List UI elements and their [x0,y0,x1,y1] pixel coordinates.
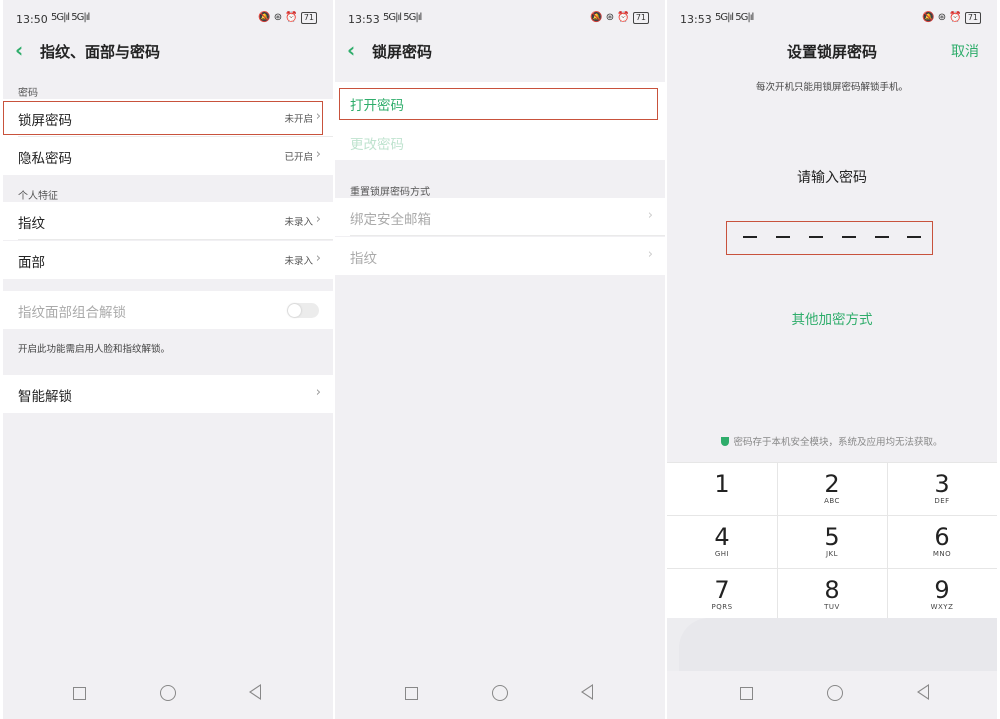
page-title: 指纹、面部与密码 [40,43,161,61]
battery-icon: 71 [964,12,981,24]
status-time: 13:50 [16,13,48,26]
status-bar: 13:53 5G|ıl 5G|ıl 🔕 ⊛ ⏰ 71 [667,0,997,38]
bind-email-label: 绑定安全邮箱 [350,212,431,228]
back-arrow-icon[interactable]: ‹ [347,40,355,60]
page-title: 设置锁屏密码 [786,43,877,61]
page-header: ‹ 指纹、面部与密码 [3,38,333,70]
private-password-label: 隐私密码 [18,151,72,167]
smart-unlock-label: 智能解锁 [18,389,72,405]
pin-digit-slot [875,236,889,238]
key-6[interactable]: 6 MNO [888,516,996,568]
key-1[interactable]: 1 [668,463,776,515]
pin-digit-slot [809,236,823,238]
bind-email-row: 绑定安全邮箱 › [335,198,665,236]
status-icons: 🔕 ⊛ ⏰ 71 [590,12,649,24]
status-icons: 🔕 ⊛ ⏰ 71 [258,12,317,24]
combo-unlock-label: 指纹面部组合解锁 [18,305,126,321]
pin-digit-slot [907,236,921,238]
fingerprint-reset-row: 指纹 › [335,237,665,275]
key-5[interactable]: 5 JKL [778,516,886,568]
status-time: 13:53 [348,13,380,26]
cancel-button[interactable]: 取消 [951,41,979,61]
battery-icon: 71 [300,12,317,24]
home-circle-icon[interactable] [160,685,176,701]
recents-square-icon[interactable] [740,687,753,700]
navigation-bar [667,671,997,719]
back-triangle-icon[interactable] [917,684,929,700]
back-arrow-icon[interactable]: ‹ [15,40,23,60]
boot-unlock-hint: 每次开机只能用锁屏密码解锁手机。 [755,82,908,93]
numeric-keypad: 1 2 ABC 3 DEF 4 GHI 5 JKL 6 MNO 7 PQRS 8 TUV 9W… [667,462,997,622]
page-header: 设置锁屏密码 取消 [667,38,997,70]
status-icons: 🔕 ⊛ ⏰ 71 [922,12,981,24]
settings-panel-fingerprint-face-password: 13:50 5G|ıl 5G|ıl 🔕 ⊛ ⏰ 71 ‹ 指纹、面部与密码 密码 … [3,0,333,719]
navigation-bar [335,671,665,719]
battery-icon: 71 [632,12,649,24]
chevron-right-icon: › [647,247,653,262]
status-bar: 13:53 5G|ıl 5G|ıl 🔕 ⊛ ⏰ 71 [335,0,665,38]
key-3[interactable]: 3 DEF [888,463,996,515]
combo-unlock-row: 指纹面部组合解锁 [3,291,333,329]
change-password-button: 更改密码 [350,137,404,153]
toggle-knob [288,304,301,317]
pin-digit-slot [743,236,757,238]
back-triangle-icon[interactable] [581,684,593,700]
fingerprint-row[interactable]: 指纹 未录入 › [3,202,333,240]
face-label: 面部 [18,255,45,271]
highlight-box [339,88,658,120]
status-time: 13:53 [680,13,712,26]
back-triangle-icon[interactable] [249,684,261,700]
other-encryption-methods-link[interactable]: 其他加密方式 [667,308,997,328]
section-label-reset: 重置锁屏密码方式 [350,187,430,198]
page-title: 锁屏密码 [372,43,433,61]
section-label-personal: 个人特征 [18,191,58,202]
chevron-right-icon: › [315,385,321,400]
recents-square-icon[interactable] [73,687,86,700]
signal-icon: 5G|ıl 5G|ıl [383,12,422,23]
smart-unlock-row[interactable]: 智能解锁 › [3,375,333,413]
pin-input-field[interactable] [726,221,933,255]
key-4[interactable]: 4 GHI [668,516,776,568]
key-9[interactable]: 9 WXYZ [888,569,996,621]
lock-password-panel: 13:53 5G|ıl 5G|ıl 🔕 ⊛ ⏰ 71 ‹ 锁屏密码 打开密码 更改… [335,0,665,719]
key-8[interactable]: 8 TUV [778,569,886,621]
divider [18,239,333,240]
fingerprint-status: 未录入 [284,217,313,228]
key-7[interactable]: 7 PQRS [668,569,776,621]
chevron-right-icon: › [315,212,321,227]
signal-icon: 5G|ıl 5G|ıl [715,12,754,23]
chevron-right-icon: › [647,208,653,223]
divider [350,235,665,236]
key-2[interactable]: 2 ABC [778,463,886,515]
chevron-right-icon: › [315,251,321,266]
password-entry-area: 每次开机只能用锁屏密码解锁手机。 请输入密码 其他加密方式 密码存于本机安全模块… [667,70,997,462]
navigation-bar [3,671,333,719]
private-password-row[interactable]: 隐私密码 已开启 › [3,137,333,175]
secure-note-text: 密码存于本机安全模块，系统及应用均无法获取。 [733,437,943,448]
chevron-right-icon: › [315,147,321,162]
fingerprint-reset-label: 指纹 [350,251,377,267]
signal-icon: 5G|ıl 5G|ıl [51,12,90,23]
combo-unlock-toggle[interactable] [287,303,319,318]
home-circle-icon[interactable] [827,685,843,701]
fingerprint-label: 指纹 [18,216,45,232]
highlight-box [3,101,323,135]
page-header: ‹ 锁屏密码 [335,38,665,70]
pin-digit-slot [842,236,856,238]
obscured-keypad-area [667,618,997,678]
recents-square-icon[interactable] [405,687,418,700]
set-lock-password-panel: 13:53 5G|ıl 5G|ıl 🔕 ⊛ ⏰ 71 设置锁屏密码 取消 每次开机… [667,0,997,719]
section-label-password: 密码 [18,88,38,99]
shield-icon [721,437,730,446]
face-row[interactable]: 面部 未录入 › [3,241,333,279]
combo-unlock-note: 开启此功能需启用人脸和指纹解锁。 [18,344,171,355]
pin-digit-slot [776,236,790,238]
enter-password-prompt: 请输入密码 [797,170,867,186]
face-status: 未录入 [284,256,313,267]
home-circle-icon[interactable] [492,685,508,701]
blur-shape [679,618,997,678]
private-password-status: 已开启 [284,152,313,163]
status-bar: 13:50 5G|ıl 5G|ıl 🔕 ⊛ ⏰ 71 [3,0,333,38]
secure-note: 密码存于本机安全模块，系统及应用均无法获取。 [667,434,997,448]
